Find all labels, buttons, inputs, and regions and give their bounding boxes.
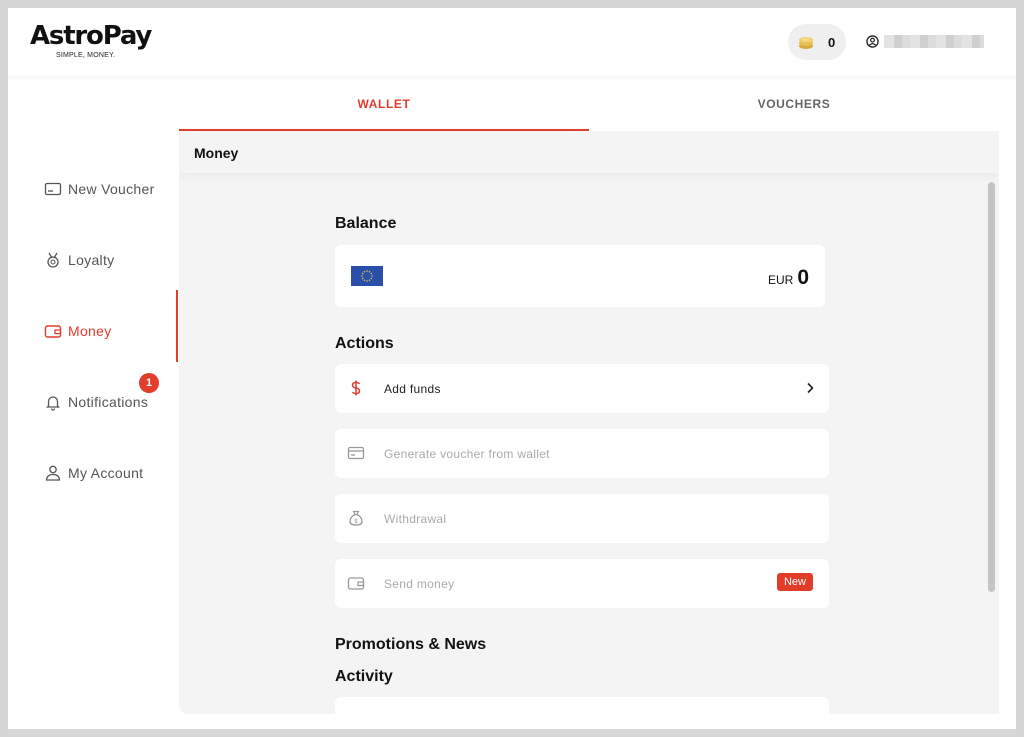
app-window: AstroPay SIMPLE, MONEY. 0 New Voucher Lo… — [8, 8, 1016, 729]
money-panel: Money Balance EUR 0 Actions Add funds Ge… — [179, 131, 999, 714]
sidebar-item-label: Money — [68, 323, 112, 339]
balance-heading: Balance — [335, 215, 397, 232]
logo-wordmark: AstroPay — [30, 21, 152, 51]
scrollbar-thumb[interactable] — [988, 182, 995, 592]
sidebar-item-money[interactable]: Money — [44, 322, 112, 340]
page-title: Money — [194, 145, 239, 161]
activity-heading: Activity — [335, 668, 393, 685]
action-label: Add funds — [384, 382, 441, 396]
medal-icon — [47, 252, 59, 268]
logo-tagline: SIMPLE, MONEY. — [56, 52, 116, 59]
user-icon — [45, 465, 61, 481]
top-header: AstroPay SIMPLE, MONEY. 0 — [8, 8, 1016, 76]
tab-vouchers[interactable]: VOUCHERS — [589, 76, 999, 131]
promotions-heading: Promotions & News — [335, 636, 487, 653]
generate-voucher-button[interactable]: Generate voucher from wallet — [335, 429, 829, 478]
active-indicator — [176, 290, 178, 362]
wallet-icon — [44, 325, 62, 338]
dollar-icon — [351, 380, 361, 396]
sidebar: New Voucher Loyalty Money Notifications — [8, 76, 179, 729]
user-menu[interactable] — [866, 35, 984, 48]
add-funds-button[interactable]: Add funds — [335, 364, 829, 413]
action-label: Send money — [384, 577, 455, 591]
sidebar-item-label: Loyalty — [68, 252, 115, 268]
wallet-tabs: WALLET VOUCHERS — [179, 76, 999, 131]
loyalty-coins-button[interactable]: 0 — [788, 24, 846, 60]
sidebar-item-my-account[interactable]: My Account — [44, 464, 143, 482]
balance-value: 0 — [797, 266, 809, 289]
chevron-right-icon — [807, 382, 814, 394]
sidebar-item-new-voucher[interactable]: New Voucher — [44, 180, 155, 198]
wallet-icon — [347, 577, 365, 590]
coin-count: 0 — [828, 34, 836, 50]
new-feature-badge: New — [776, 573, 813, 591]
bell-icon — [45, 396, 61, 411]
user-name-redacted — [884, 35, 984, 48]
coins-icon — [799, 37, 813, 49]
withdrawal-button[interactable]: $ Withdrawal — [335, 494, 829, 543]
action-label: Withdrawal — [384, 512, 447, 526]
action-label: Generate voucher from wallet — [384, 447, 550, 461]
sidebar-item-label: New Voucher — [68, 181, 155, 197]
sidebar-item-label: Notifications — [68, 394, 149, 410]
user-circle-icon — [866, 35, 879, 48]
sidebar-item-label: My Account — [68, 465, 144, 481]
card-icon — [347, 446, 365, 460]
content-scrollbar[interactable] — [985, 178, 997, 714]
eu-flag-icon — [351, 266, 383, 286]
balance-amount: EUR 0 — [768, 266, 809, 290]
balance-currency: EUR — [767, 273, 794, 287]
astropay-logo[interactable]: AstroPay SIMPLE, MONEY. — [30, 22, 160, 62]
balance-card: EUR 0 — [335, 245, 825, 307]
panel-header: Money — [179, 131, 999, 173]
activity-card — [335, 697, 829, 714]
actions-heading: Actions — [335, 335, 394, 352]
tab-wallet[interactable]: WALLET — [179, 76, 589, 131]
svg-text:$: $ — [354, 518, 358, 525]
sidebar-item-loyalty[interactable]: Loyalty — [44, 251, 114, 269]
voucher-card-icon — [44, 182, 62, 196]
notifications-count-badge: 1 — [139, 373, 159, 393]
sidebar-item-notifications[interactable]: Notifications — [44, 393, 148, 411]
money-bag-icon: $ — [349, 510, 363, 526]
send-money-button[interactable]: Send money New — [335, 559, 829, 608]
